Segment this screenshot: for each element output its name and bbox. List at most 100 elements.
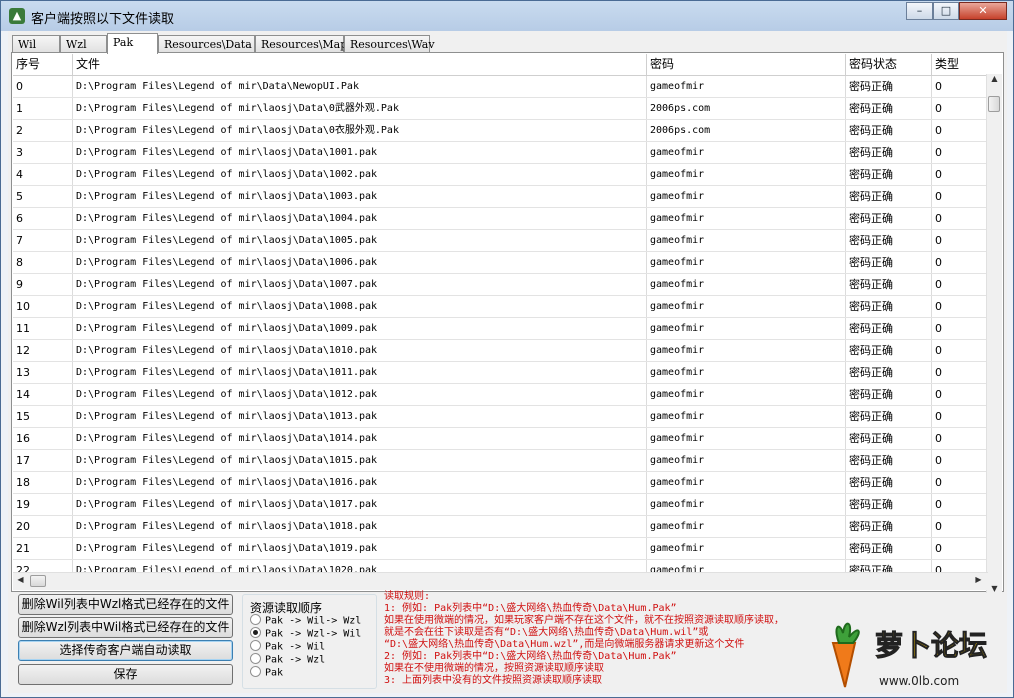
cell-type: 0 <box>932 252 988 273</box>
delete-wzl-duplicates-button[interactable]: 删除Wzl列表中Wil格式已经存在的文件 <box>18 617 233 638</box>
cell-password-status: 密码正确 <box>846 384 932 405</box>
cell-password: gameofmir <box>647 340 846 361</box>
cell-password: gameofmir <box>647 252 846 273</box>
tab-resources-map[interactable]: Resources\Map <box>255 35 347 53</box>
radio-icon[interactable] <box>250 666 261 677</box>
watermark-url: www.0lb.com <box>879 674 959 688</box>
rules-line: 1: 例如: Pak列表中“D:\盛大网络\热血传奇\Data\Hum.Pak” <box>384 603 677 614</box>
cell-file: D:\Program Files\Legend of mir\laosj\Dat… <box>73 230 647 251</box>
tab-panel-pak: 序号 文件 密码 密码状态 类型 0 D:\Program Files\Legen… <box>11 52 1004 593</box>
cell-file: D:\Program Files\Legend of mir\laosj\Dat… <box>73 186 647 207</box>
cell-index: 2 <box>13 120 73 141</box>
radio-icon[interactable] <box>250 653 261 664</box>
cell-type: 0 <box>932 98 988 119</box>
table-row[interactable]: 17 D:\Program Files\Legend of mir\laosj\D… <box>13 450 988 472</box>
tab-wzl[interactable]: Wzl <box>60 35 107 53</box>
cell-type: 0 <box>932 340 988 361</box>
cell-index: 14 <box>13 384 73 405</box>
table-row[interactable]: 13 D:\Program Files\Legend of mir\laosj\D… <box>13 362 988 384</box>
cell-type: 0 <box>932 142 988 163</box>
scroll-left-arrow-icon[interactable]: ◀ <box>13 575 28 584</box>
rules-line: 就是不会在往下读取是否有“D:\盛大网络\热血传奇\Data\Hum.wil”或 <box>384 627 709 638</box>
table-row[interactable]: 3 D:\Program Files\Legend of mir\laosj\Da… <box>13 142 988 164</box>
cell-password: gameofmir <box>647 230 846 251</box>
cell-password-status: 密码正确 <box>846 428 932 449</box>
maximize-button[interactable]: □ <box>933 2 959 20</box>
horizontal-scrollbar[interactable]: ◀ ▶ <box>13 572 988 590</box>
table-row[interactable]: 12 D:\Program Files\Legend of mir\laosj\D… <box>13 340 988 362</box>
read-order-option[interactable]: Pak -> Wil <box>250 640 325 653</box>
cell-type: 0 <box>932 450 988 471</box>
col-header-index[interactable]: 序号 <box>13 54 73 75</box>
watermark-text: 萝卜论坛 <box>875 629 987 662</box>
tab-wil[interactable]: Wil <box>12 35 60 53</box>
cell-index: 12 <box>13 340 73 361</box>
cell-password-status: 密码正确 <box>846 450 932 471</box>
cell-password: gameofmir <box>647 406 846 427</box>
scroll-up-arrow-icon[interactable]: ▲ <box>987 74 1002 83</box>
cell-index: 20 <box>13 516 73 537</box>
read-rules-text: 读取规则: 1: 例如: Pak列表中“D:\盛大网络\热血传奇\Data\Hu… <box>384 591 864 687</box>
radio-selected-icon[interactable] <box>250 627 261 638</box>
cell-type: 0 <box>932 384 988 405</box>
radio-icon[interactable] <box>250 640 261 651</box>
cell-type: 0 <box>932 274 988 295</box>
read-order-option[interactable]: Pak <box>250 666 283 679</box>
col-header-type[interactable]: 类型 <box>932 54 988 75</box>
table-row[interactable]: 7 D:\Program Files\Legend of mir\laosj\Da… <box>13 230 988 252</box>
table-body: 0 D:\Program Files\Legend of mir\Data\New… <box>13 76 988 574</box>
minimize-button[interactable]: – <box>906 2 933 20</box>
read-order-option[interactable]: Pak -> Wzl-> Wil <box>250 627 361 640</box>
vertical-scroll-thumb[interactable] <box>988 96 1000 112</box>
delete-wil-duplicates-button[interactable]: 删除Wil列表中Wzl格式已经存在的文件 <box>18 594 233 615</box>
cell-type: 0 <box>932 538 988 559</box>
title-bar[interactable]: ▲ 客户端按照以下文件读取 – □ ✕ <box>1 1 1013 31</box>
cell-password: gameofmir <box>647 428 846 449</box>
table-row[interactable]: 11 D:\Program Files\Legend of mir\laosj\D… <box>13 318 988 340</box>
table-row[interactable]: 15 D:\Program Files\Legend of mir\laosj\D… <box>13 406 988 428</box>
scroll-right-arrow-icon[interactable]: ▶ <box>971 575 986 584</box>
cell-file: D:\Program Files\Legend of mir\laosj\Dat… <box>73 164 647 185</box>
col-header-password-status[interactable]: 密码状态 <box>846 54 932 75</box>
cell-password: 2006ps.com <box>647 120 846 141</box>
cell-type: 0 <box>932 472 988 493</box>
read-order-option[interactable]: Pak -> Wzl <box>250 653 325 666</box>
file-table[interactable]: 序号 文件 密码 密码状态 类型 0 D:\Program Files\Legen… <box>13 54 988 574</box>
tab-pak[interactable]: Pak <box>107 33 158 54</box>
cell-file: D:\Program Files\Legend of mir\laosj\Dat… <box>73 450 647 471</box>
table-row[interactable]: 2 D:\Program Files\Legend of mir\laosj\Da… <box>13 120 988 142</box>
col-header-file[interactable]: 文件 <box>73 54 647 75</box>
table-row[interactable]: 9 D:\Program Files\Legend of mir\laosj\Da… <box>13 274 988 296</box>
col-header-password[interactable]: 密码 <box>647 54 846 75</box>
read-order-option[interactable]: Pak -> Wil-> Wzl <box>250 614 361 627</box>
horizontal-scroll-thumb[interactable] <box>30 575 46 587</box>
table-row[interactable]: 21 D:\Program Files\Legend of mir\laosj\D… <box>13 538 988 560</box>
table-row[interactable]: 4 D:\Program Files\Legend of mir\laosj\Da… <box>13 164 988 186</box>
save-button[interactable]: 保存 <box>18 664 233 685</box>
table-row[interactable]: 20 D:\Program Files\Legend of mir\laosj\D… <box>13 516 988 538</box>
table-row[interactable]: 19 D:\Program Files\Legend of mir\laosj\D… <box>13 494 988 516</box>
client-area: Wil Wzl Pak Resources\Data Resources\Map… <box>8 31 1007 693</box>
scroll-down-arrow-icon[interactable]: ▼ <box>987 584 1002 593</box>
table-row[interactable]: 10 D:\Program Files\Legend of mir\laosj\D… <box>13 296 988 318</box>
tab-resources-wav[interactable]: Resources\Wav <box>344 35 435 53</box>
table-row[interactable]: 16 D:\Program Files\Legend of mir\laosj\D… <box>13 428 988 450</box>
carrot-logo-icon: 萝卜论坛 www.0lb.com <box>831 622 988 688</box>
table-row[interactable]: 1 D:\Program Files\Legend of mir\laosj\Da… <box>13 98 988 120</box>
cell-type: 0 <box>932 296 988 317</box>
close-button[interactable]: ✕ <box>959 2 1007 20</box>
select-client-auto-read-button[interactable]: 选择传奇客户端自动读取 <box>18 640 233 661</box>
tab-resources-data[interactable]: Resources\Data <box>158 35 255 53</box>
table-row[interactable]: 6 D:\Program Files\Legend of mir\laosj\Da… <box>13 208 988 230</box>
cell-password-status: 密码正确 <box>846 252 932 273</box>
cell-password: gameofmir <box>647 318 846 339</box>
table-row[interactable]: 5 D:\Program Files\Legend of mir\laosj\Da… <box>13 186 988 208</box>
table-row[interactable]: 18 D:\Program Files\Legend of mir\laosj\D… <box>13 472 988 494</box>
vertical-scrollbar[interactable]: ▲ ▼ <box>986 74 1002 593</box>
radio-icon[interactable] <box>250 614 261 625</box>
cell-file: D:\Program Files\Legend of mir\laosj\Dat… <box>73 384 647 405</box>
table-row[interactable]: 0 D:\Program Files\Legend of mir\Data\New… <box>13 76 988 98</box>
table-row[interactable]: 14 D:\Program Files\Legend of mir\laosj\D… <box>13 384 988 406</box>
table-row[interactable]: 8 D:\Program Files\Legend of mir\laosj\Da… <box>13 252 988 274</box>
cell-type: 0 <box>932 208 988 229</box>
